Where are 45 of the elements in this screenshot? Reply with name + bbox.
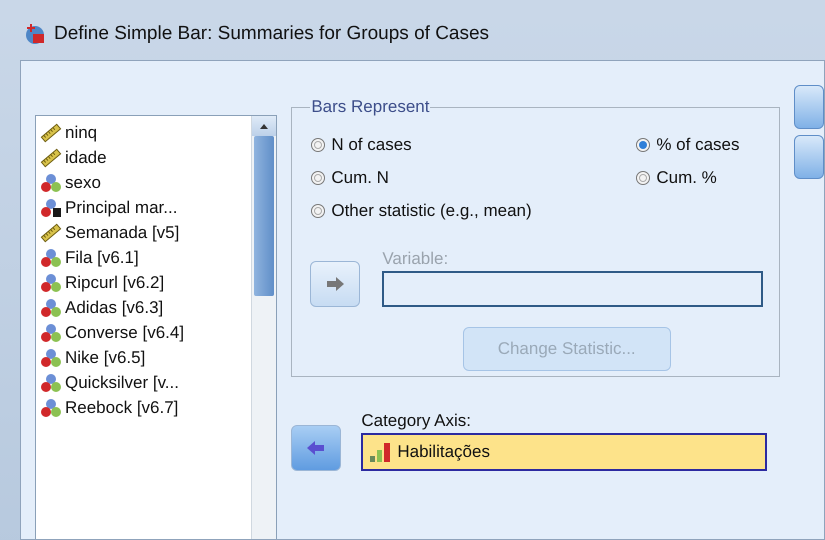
- variable-item[interactable]: Converse [v6.4]: [40, 320, 252, 345]
- app-icon: [24, 23, 46, 45]
- nominal-icon: [40, 398, 62, 418]
- variable-item[interactable]: Semanada [v5]: [40, 220, 252, 245]
- nominal-icon: [40, 298, 62, 318]
- category-axis-field[interactable]: Habilitações: [361, 433, 768, 471]
- scrollbar[interactable]: [251, 116, 276, 539]
- nominal-icon: [40, 248, 62, 268]
- nominal-icon: [40, 348, 62, 368]
- nominal-icon: [40, 272, 62, 292]
- move-left-button[interactable]: [291, 425, 342, 471]
- nominal-icon: [40, 172, 62, 192]
- variable-item[interactable]: idade: [40, 145, 252, 170]
- scroll-up-icon: [260, 124, 268, 128]
- variable-item[interactable]: Principal mar...: [40, 195, 252, 220]
- radio-option[interactable]: % of cases: [635, 135, 763, 155]
- radio-icon: [310, 203, 326, 219]
- variable-item[interactable]: sexo: [40, 170, 252, 195]
- nominal-icon: [40, 322, 62, 342]
- variable-item[interactable]: ninq: [40, 120, 252, 145]
- variable-item[interactable]: Reebock [v6.7]: [40, 395, 252, 420]
- ordinal-icon: [369, 441, 392, 463]
- radio-icon: [310, 137, 326, 153]
- group-title: Bars Represent: [310, 97, 430, 117]
- variable-item[interactable]: Ripcurl [v6.2]: [40, 270, 252, 295]
- radio-option[interactable]: Other statistic (e.g., mean): [310, 201, 763, 221]
- variable-item[interactable]: Adidas [v6.3]: [40, 295, 252, 320]
- variable-item[interactable]: Nike [v6.5]: [40, 345, 252, 370]
- nominal-icon: [40, 372, 62, 392]
- radio-icon: [635, 137, 652, 153]
- radio-icon: [310, 170, 326, 186]
- arrow-left-icon: [306, 441, 326, 455]
- nominal-string-icon: [40, 198, 62, 218]
- radio-icon: [635, 170, 652, 186]
- radio-option[interactable]: Cum. N: [310, 168, 636, 188]
- arrow-right-icon: [325, 277, 346, 291]
- category-axis-label: Category Axis:: [361, 411, 472, 431]
- variable-item[interactable]: Fila [v6.1]: [40, 245, 252, 270]
- radio-option[interactable]: N of cases: [310, 135, 636, 155]
- variable-item[interactable]: Quicksilver [v...: [40, 370, 252, 395]
- variable-label: Variable:: [382, 249, 450, 269]
- side-button[interactable]: [794, 85, 824, 129]
- window-title: Define Simple Bar: Summaries for Groups of Cases: [54, 23, 490, 45]
- side-button[interactable]: [794, 135, 824, 179]
- radio-option[interactable]: Cum. %: [635, 168, 763, 188]
